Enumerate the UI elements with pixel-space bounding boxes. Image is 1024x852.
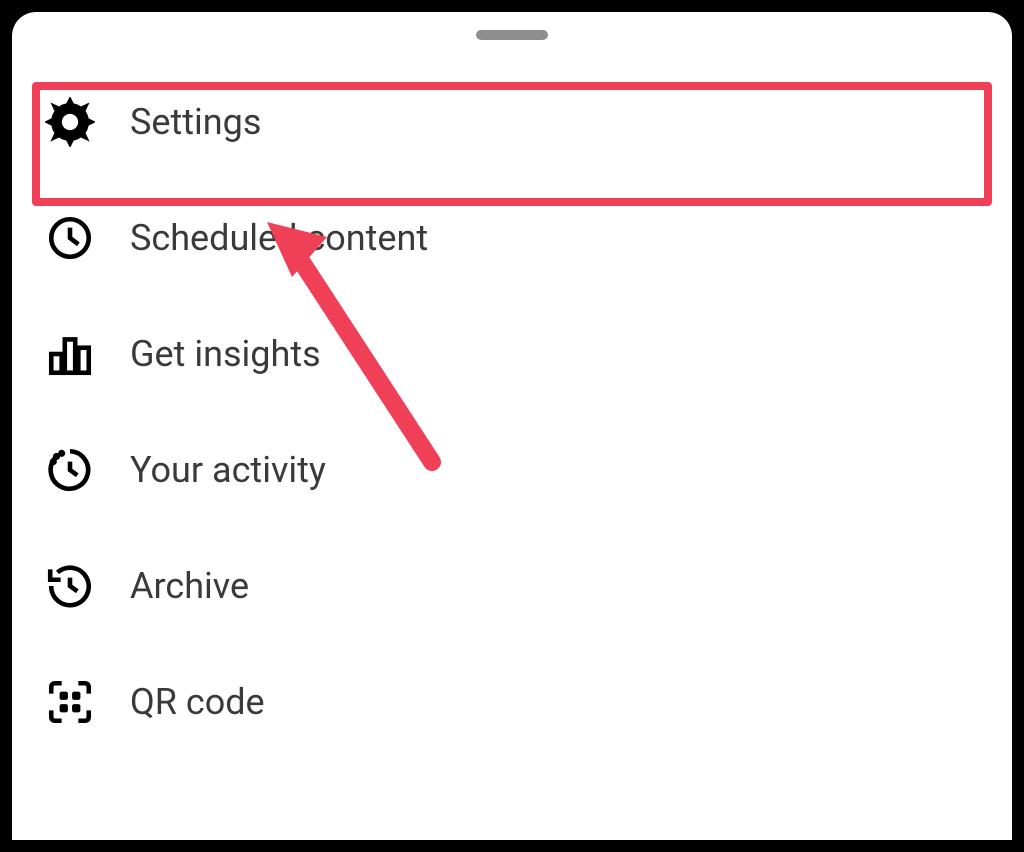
menu-item-label: Settings xyxy=(130,101,261,143)
menu-item-label: Archive xyxy=(130,565,249,607)
menu-item-label: Scheduled content xyxy=(130,217,428,259)
archive-clock-icon xyxy=(42,558,98,614)
menu-item-label: QR code xyxy=(130,681,265,723)
menu-item-archive[interactable]: Archive xyxy=(32,528,992,644)
menu-item-label: Get insights xyxy=(130,333,321,375)
menu-item-scheduled-content[interactable]: Scheduled content xyxy=(32,180,992,296)
menu-list: Settings Scheduled content Get insights xyxy=(12,64,1012,760)
menu-item-get-insights[interactable]: Get insights xyxy=(32,296,992,412)
menu-item-qr-code[interactable]: QR code xyxy=(32,644,992,760)
menu-item-your-activity[interactable]: Your activity xyxy=(32,412,992,528)
qr-code-icon xyxy=(42,674,98,730)
menu-item-settings[interactable]: Settings xyxy=(32,64,992,180)
bottom-sheet-panel: Settings Scheduled content Get insights xyxy=(12,12,1012,840)
gear-icon xyxy=(42,94,98,150)
menu-item-label: Your activity xyxy=(130,449,326,491)
clock-icon xyxy=(42,210,98,266)
drag-handle[interactable] xyxy=(476,30,548,40)
bar-chart-icon xyxy=(42,326,98,382)
activity-clock-icon xyxy=(42,442,98,498)
